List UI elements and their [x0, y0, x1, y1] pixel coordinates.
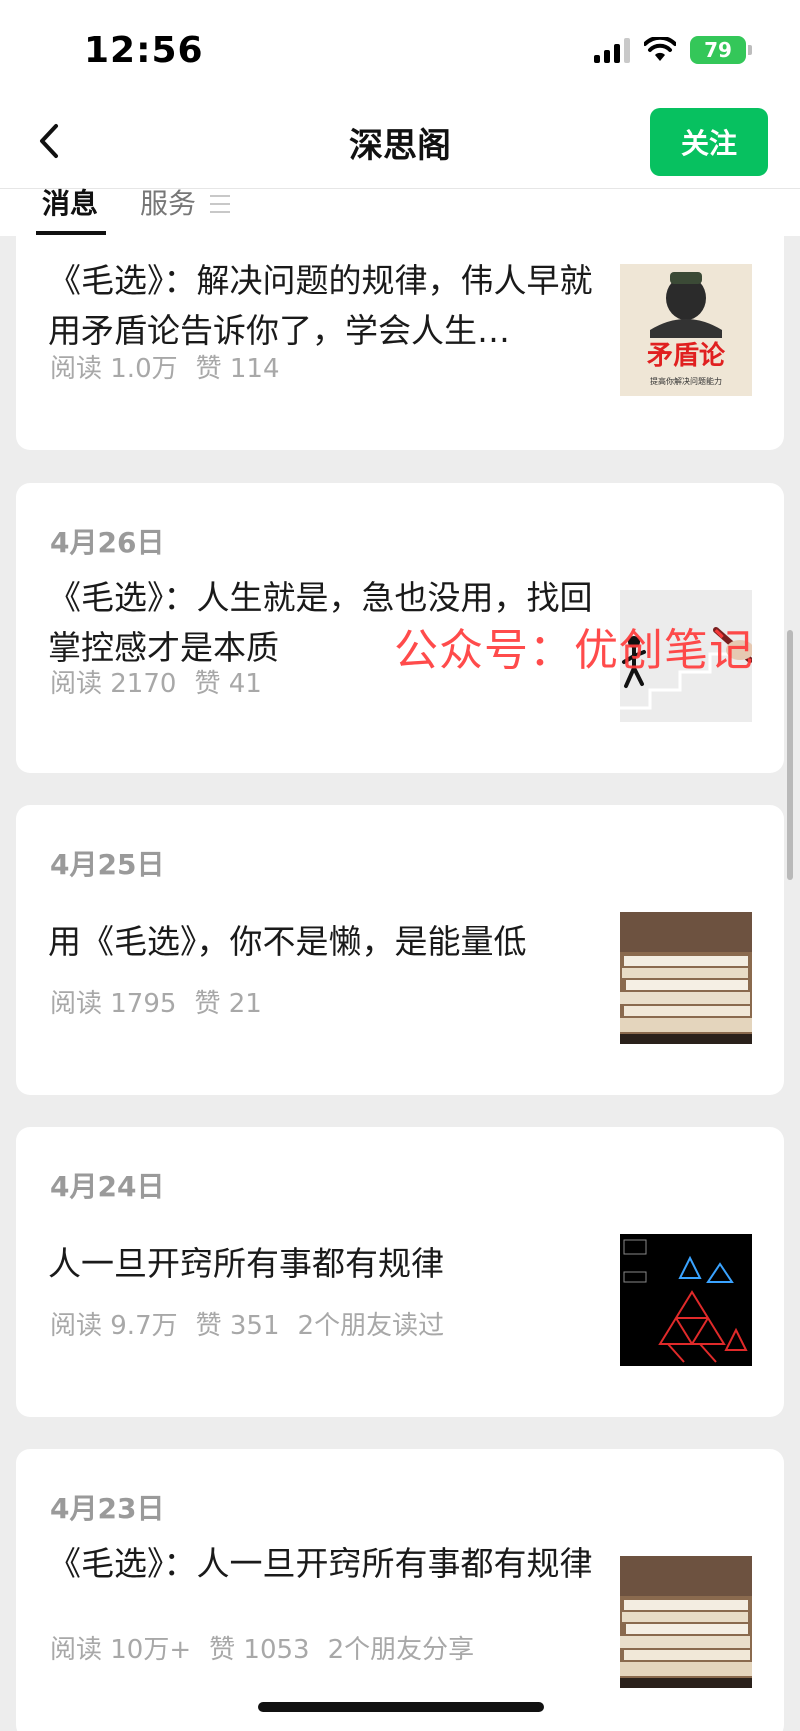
article-meta: 阅读 1795 赞 21	[50, 983, 262, 1020]
tab-services[interactable]: 服务	[140, 189, 196, 237]
article-card[interactable]: 4月24日 人一旦开窍所有事都有规律 阅读 9.7万 赞 351 2个朋友读过	[16, 1127, 784, 1417]
portrait-thumbnail-icon: 矛盾论 提高你解决问题能力	[646, 272, 726, 386]
article-thumbnail[interactable]	[620, 912, 752, 1044]
triangles-thumbnail-icon	[620, 1234, 752, 1366]
follow-button[interactable]: 关注	[650, 108, 768, 176]
scrollbar[interactable]	[787, 630, 793, 880]
article-date: 4月26日	[50, 526, 165, 559]
like-count: 赞 1053	[209, 1635, 310, 1665]
like-count: 赞 41	[194, 669, 262, 699]
cellular-signal-icon	[594, 37, 630, 63]
article-card[interactable]: 《毛选》：解决问题的规律，伟人早就用矛盾论告诉你了，学会人生… 阅读 1.0万 …	[16, 236, 784, 450]
article-meta: 阅读 2170 赞 41	[50, 663, 262, 700]
read-count: 阅读 10万+	[50, 1635, 192, 1665]
read-count: 阅读 1.0万	[50, 354, 178, 384]
article-title[interactable]: 《毛选》：人一旦开窍所有事都有规律	[48, 1539, 608, 1589]
books-thumbnail-icon	[620, 912, 752, 1044]
battery-icon: 79	[690, 36, 752, 64]
status-time: 12:56	[84, 30, 204, 71]
battery-level: 79	[704, 38, 732, 62]
read-count: 阅读 9.7万	[50, 1311, 178, 1341]
watermark: 公众号：优创笔记	[394, 625, 754, 676]
status-bar: 12:56 79	[0, 0, 800, 96]
article-date: 4月25日	[50, 848, 165, 881]
status-icons: 79	[594, 36, 752, 64]
article-date: 4月23日	[50, 1492, 165, 1525]
books-thumbnail-icon	[620, 1556, 752, 1688]
like-count: 赞 21	[194, 989, 262, 1019]
article-thumbnail[interactable]	[620, 1234, 752, 1366]
friends-shared: 2个朋友分享	[327, 1635, 475, 1665]
tab-bar: 消息 服务	[0, 188, 800, 236]
article-card[interactable]: 4月23日 《毛选》：人一旦开窍所有事都有规律 阅读 10万+ 赞 1053 2…	[16, 1449, 784, 1731]
thumb-title: 矛盾论	[646, 341, 726, 371]
read-count: 阅读 2170	[50, 669, 177, 699]
thumb-caption: 提高你解决问题能力	[650, 376, 722, 386]
article-title[interactable]: 《毛选》：解决问题的规律，伟人早就用矛盾论告诉你了，学会人生…	[48, 256, 608, 356]
read-count: 阅读 1795	[50, 989, 177, 1019]
article-date: 4月24日	[50, 1170, 165, 1203]
article-meta: 阅读 9.7万 赞 351 2个朋友读过	[50, 1305, 444, 1342]
wifi-icon	[644, 37, 676, 61]
article-meta: 阅读 10万+ 赞 1053 2个朋友分享	[50, 1629, 474, 1666]
like-count: 赞 114	[195, 354, 280, 384]
menu-icon[interactable]	[210, 195, 230, 213]
friends-read: 2个朋友读过	[297, 1311, 445, 1341]
article-title[interactable]: 用《毛选》，你不是懒，是能量低	[48, 917, 608, 967]
like-count: 赞 351	[195, 1311, 280, 1341]
article-feed[interactable]: 《毛选》：解决问题的规律，伟人早就用矛盾论告诉你了，学会人生… 阅读 1.0万 …	[0, 236, 800, 1731]
home-indicator[interactable]	[258, 1702, 544, 1712]
article-thumbnail[interactable]	[620, 1556, 752, 1688]
article-thumbnail[interactable]: 矛盾论 提高你解决问题能力	[620, 264, 752, 396]
article-meta: 阅读 1.0万 赞 114	[50, 348, 280, 385]
article-card[interactable]: 4月25日 用《毛选》，你不是懒，是能量低 阅读 1795 赞 21	[16, 805, 784, 1095]
tab-messages[interactable]: 消息	[35, 189, 107, 237]
navigation-bar: 深思阁 关注	[0, 96, 800, 188]
article-title[interactable]: 人一旦开窍所有事都有规律	[48, 1239, 608, 1289]
